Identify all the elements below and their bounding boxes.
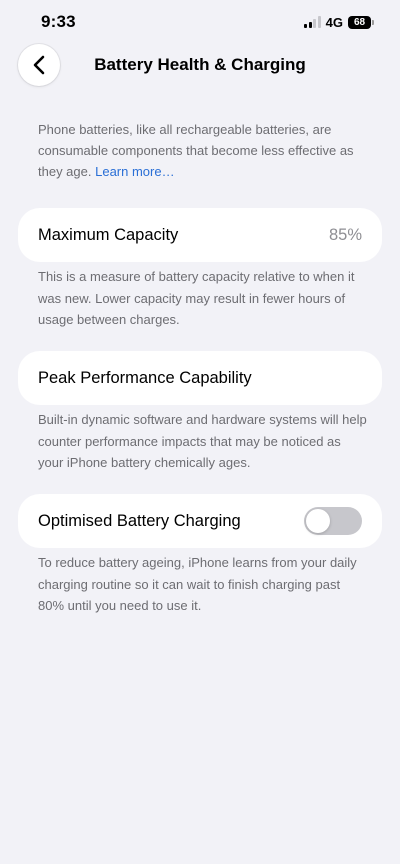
page-title: Battery Health & Charging — [94, 55, 306, 74]
optimised-charging-row: Optimised Battery Charging — [18, 494, 382, 548]
intro-text: Phone batteries, like all rechargeable b… — [38, 119, 368, 182]
status-time: 9:33 — [41, 12, 76, 31]
optimised-charging-toggle[interactable] — [304, 507, 362, 535]
toggle-knob — [306, 509, 330, 533]
maximum-capacity-row: Maximum Capacity 85% — [18, 208, 382, 262]
navigation-bar: Battery Health & Charging — [0, 44, 400, 90]
battery-level: 68 — [348, 15, 371, 29]
peak-performance-row: Peak Performance Capability — [18, 351, 382, 405]
status-bar: 9:33 4G 68 — [0, 0, 400, 44]
maximum-capacity-footnote: This is a measure of battery capacity re… — [38, 269, 355, 327]
maximum-capacity-value: 85% — [328, 226, 362, 244]
maximum-capacity-label: Maximum Capacity — [38, 226, 179, 244]
peak-performance-label: Peak Performance Capability — [38, 369, 252, 387]
cellular-signal-icon — [304, 16, 321, 28]
status-indicators: 4G 68 — [304, 14, 374, 30]
network-type: 4G — [325, 14, 343, 30]
battery-icon: 68 — [348, 15, 374, 29]
peak-performance-footnote: Built-in dynamic software and hardware s… — [38, 412, 367, 470]
optimised-charging-label: Optimised Battery Charging — [38, 512, 241, 530]
learn-more-link[interactable]: Learn more… — [95, 164, 174, 179]
battery-cap — [372, 19, 374, 25]
intro-description: Phone batteries, like all rechargeable b… — [38, 122, 354, 179]
optimised-charging-footnote: To reduce battery ageing, iPhone learns … — [38, 555, 357, 613]
